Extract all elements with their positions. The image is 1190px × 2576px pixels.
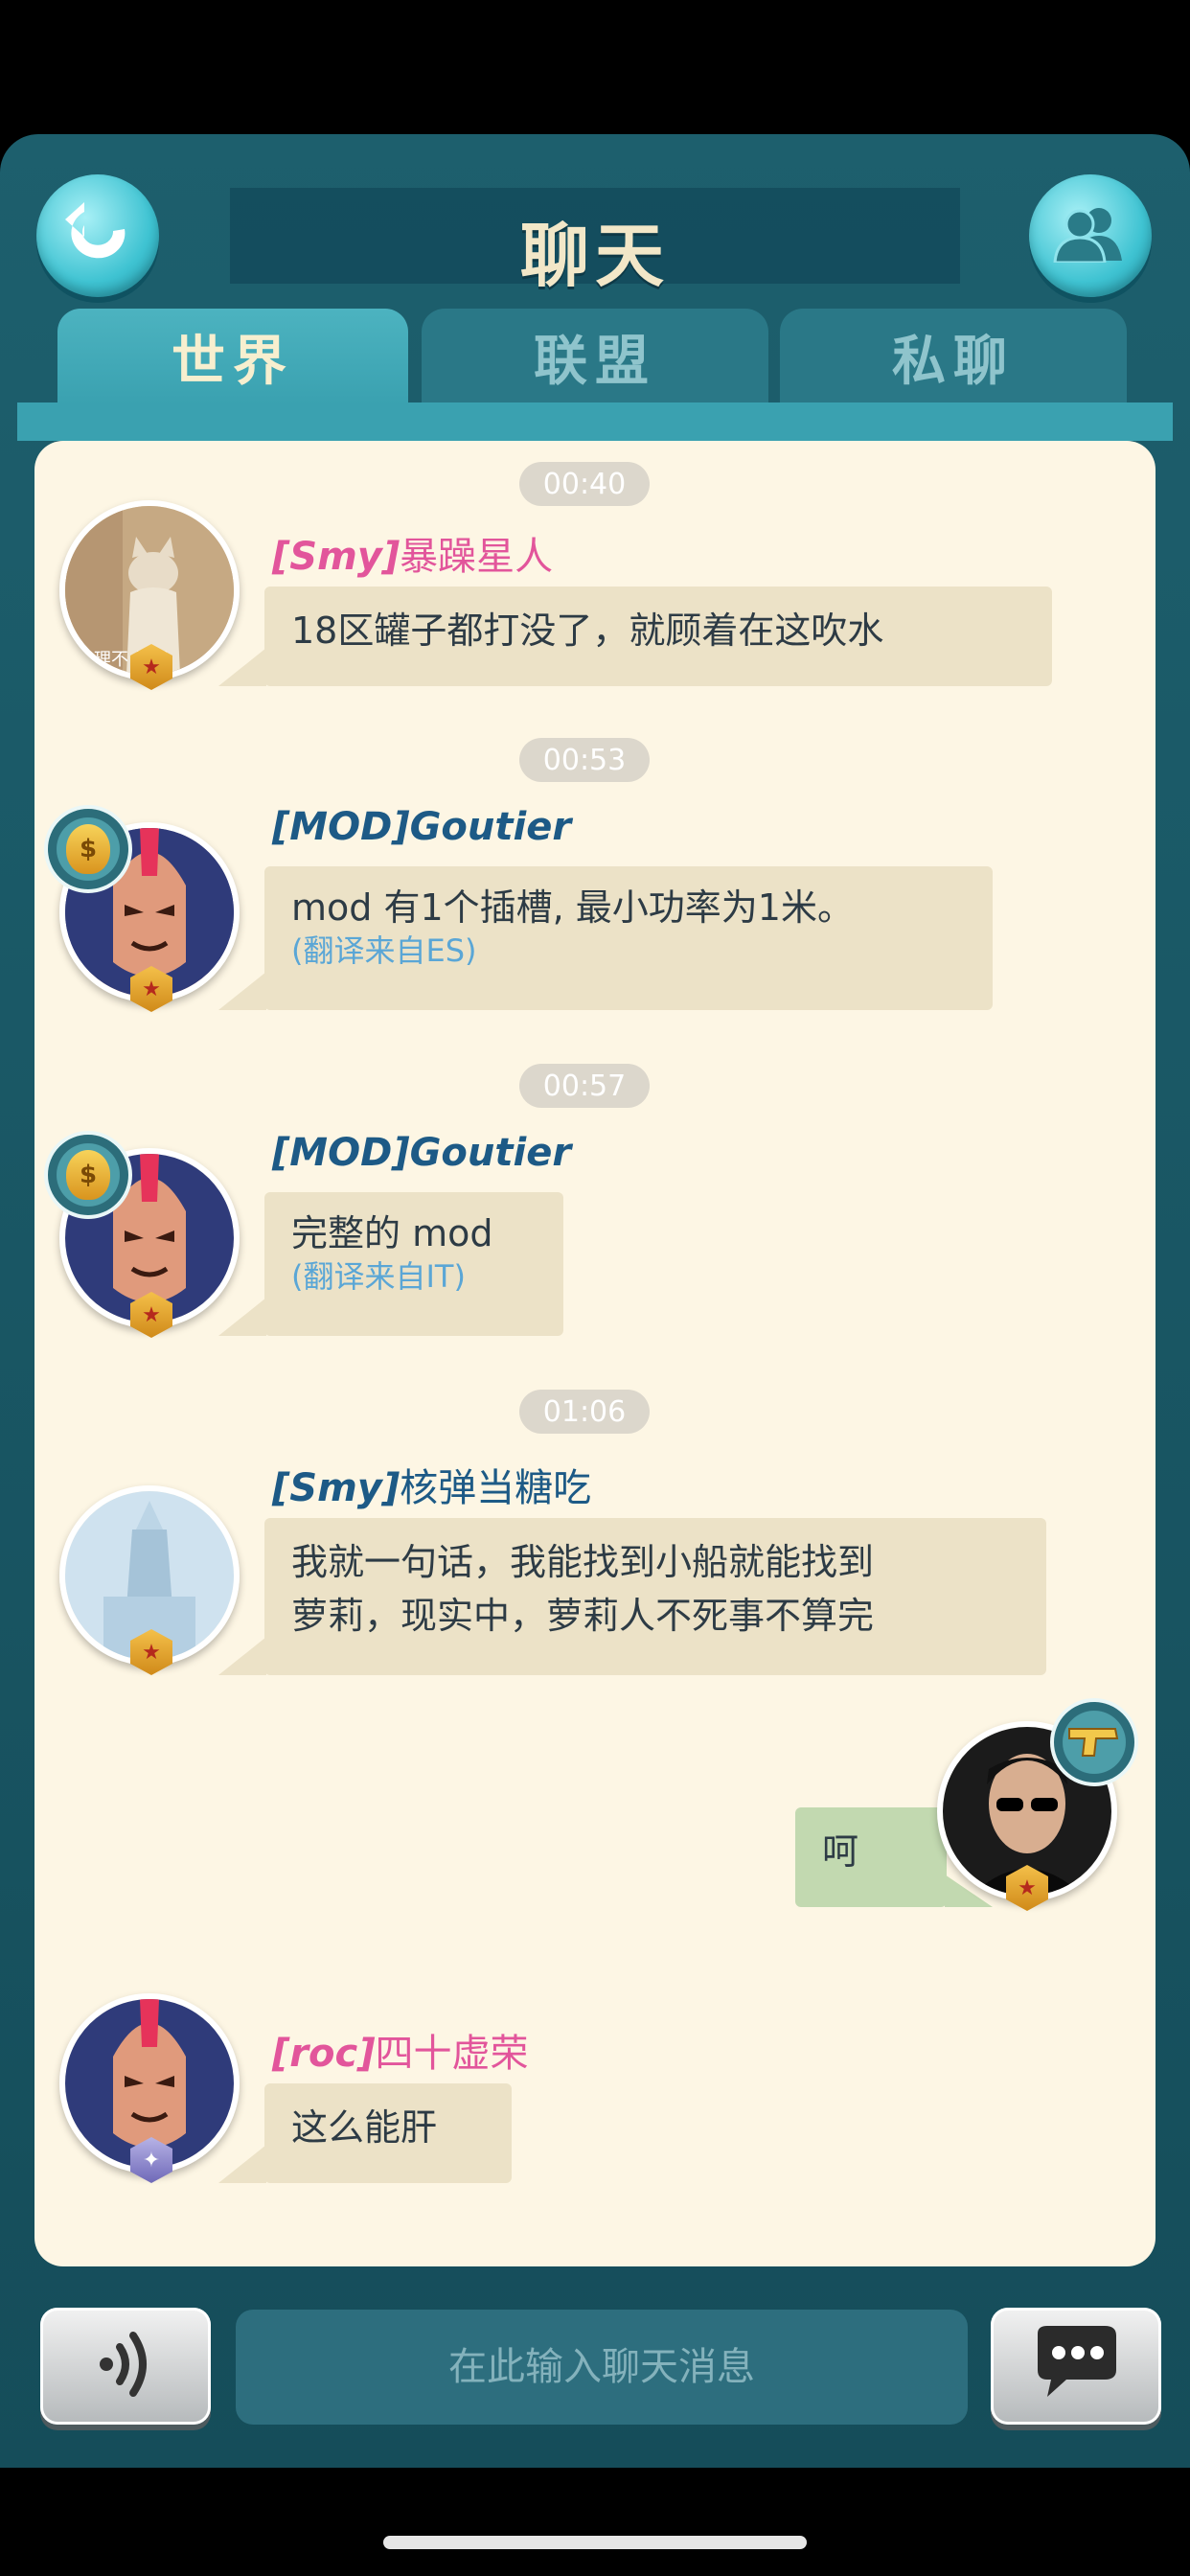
coin-badge-icon: $: [44, 805, 132, 893]
sender-name: [MOD]Goutier: [272, 1131, 571, 1175]
speech-bubble-icon: [1028, 2326, 1124, 2406]
guild-tag: [MOD]: [272, 1131, 410, 1175]
chat-input[interactable]: [236, 2310, 968, 2425]
tab-underline: [17, 402, 1173, 441]
guild-tag: [Smy]: [272, 1466, 400, 1510]
tab-private[interactable]: 私聊: [780, 309, 1127, 404]
nickname: 四十虚荣: [375, 2032, 529, 2076]
message-text: 这么能肝: [291, 2106, 438, 2149]
tab-world-label: 世界: [172, 330, 294, 393]
tab-alliance[interactable]: 联盟: [422, 309, 768, 404]
gun-badge-icon: [1050, 1698, 1138, 1786]
chat-message-list[interactable]: 00:40 理不 世纪 ★ [Smy]暴躁星人 18区罐子都打没了，就顾着在这吹…: [34, 441, 1156, 2266]
timestamp: 00:40: [519, 462, 650, 506]
guild-tag: [roc]: [272, 2032, 376, 2076]
nickname: 核弹当糖吃: [400, 1466, 592, 1510]
translation-note: (翻译来自IT): [291, 1258, 466, 1295]
message-text: 18区罐子都打没了，就顾着在这吹水: [291, 610, 884, 652]
nickname: Goutier: [409, 805, 572, 849]
message-bubble[interactable]: mod 有1个插槽, 最小功率为1米。 (翻译来自ES): [218, 866, 993, 1010]
message-text: 呵: [822, 1830, 859, 1873]
guild-tag: [Smy]: [272, 535, 400, 579]
message-bubble[interactable]: 我就一句话，我能找到小船就能找到 萝莉，现实中，萝莉人不死事不算完: [218, 1518, 1046, 1675]
home-indicator[interactable]: [383, 2536, 807, 2549]
tab-world[interactable]: 世界: [57, 309, 408, 404]
friends-icon: [1049, 205, 1132, 266]
back-button[interactable]: [36, 174, 159, 297]
tab-private-label: 私聊: [892, 330, 1015, 393]
nickname: 暴躁星人: [400, 535, 554, 579]
translation-note: (翻译来自ES): [291, 932, 477, 969]
message-bubble[interactable]: 完整的 mod (翻译来自IT): [218, 1192, 563, 1336]
sender-name: [Smy]核弹当糖吃: [272, 1457, 591, 1512]
sender-name: [Smy]暴躁星人: [272, 525, 553, 581]
back-arrow-icon: [57, 200, 138, 271]
sender-name: [roc]四十虚荣: [272, 2022, 528, 2078]
send-button[interactable]: [991, 2308, 1161, 2425]
friends-button[interactable]: [1029, 174, 1152, 297]
message-text: mod 有1个插槽, 最小功率为1米。: [291, 886, 854, 929]
my-message-bubble[interactable]: 呵: [795, 1807, 993, 1907]
tab-alliance-label: 联盟: [534, 330, 656, 393]
timestamp: 00:53: [519, 738, 650, 782]
input-bar: [0, 2281, 1190, 2468]
speaker-waves-icon: [87, 2326, 164, 2406]
timestamp: 01:06: [519, 1390, 650, 1434]
coin-badge-icon: $: [44, 1131, 132, 1219]
message-bubble[interactable]: 这么能肝: [218, 2083, 512, 2183]
voice-button[interactable]: [40, 2308, 211, 2425]
message-text-line2: 萝莉，现实中，萝莉人不死事不算完: [291, 1595, 875, 1637]
guild-tag: [MOD]: [272, 805, 410, 849]
timestamp: 00:57: [519, 1064, 650, 1108]
message-text-line1: 我就一句话，我能找到小船就能找到: [291, 1541, 875, 1583]
message-bubble[interactable]: 18区罐子都打没了，就顾着在这吹水: [218, 586, 1052, 686]
tab-bar: 世界 联盟 私聊: [0, 309, 1190, 404]
message-text: 完整的 mod: [291, 1212, 493, 1254]
nickname: Goutier: [409, 1131, 572, 1175]
sender-name: [MOD]Goutier: [272, 805, 571, 849]
page-title: 聊天: [519, 216, 670, 296]
